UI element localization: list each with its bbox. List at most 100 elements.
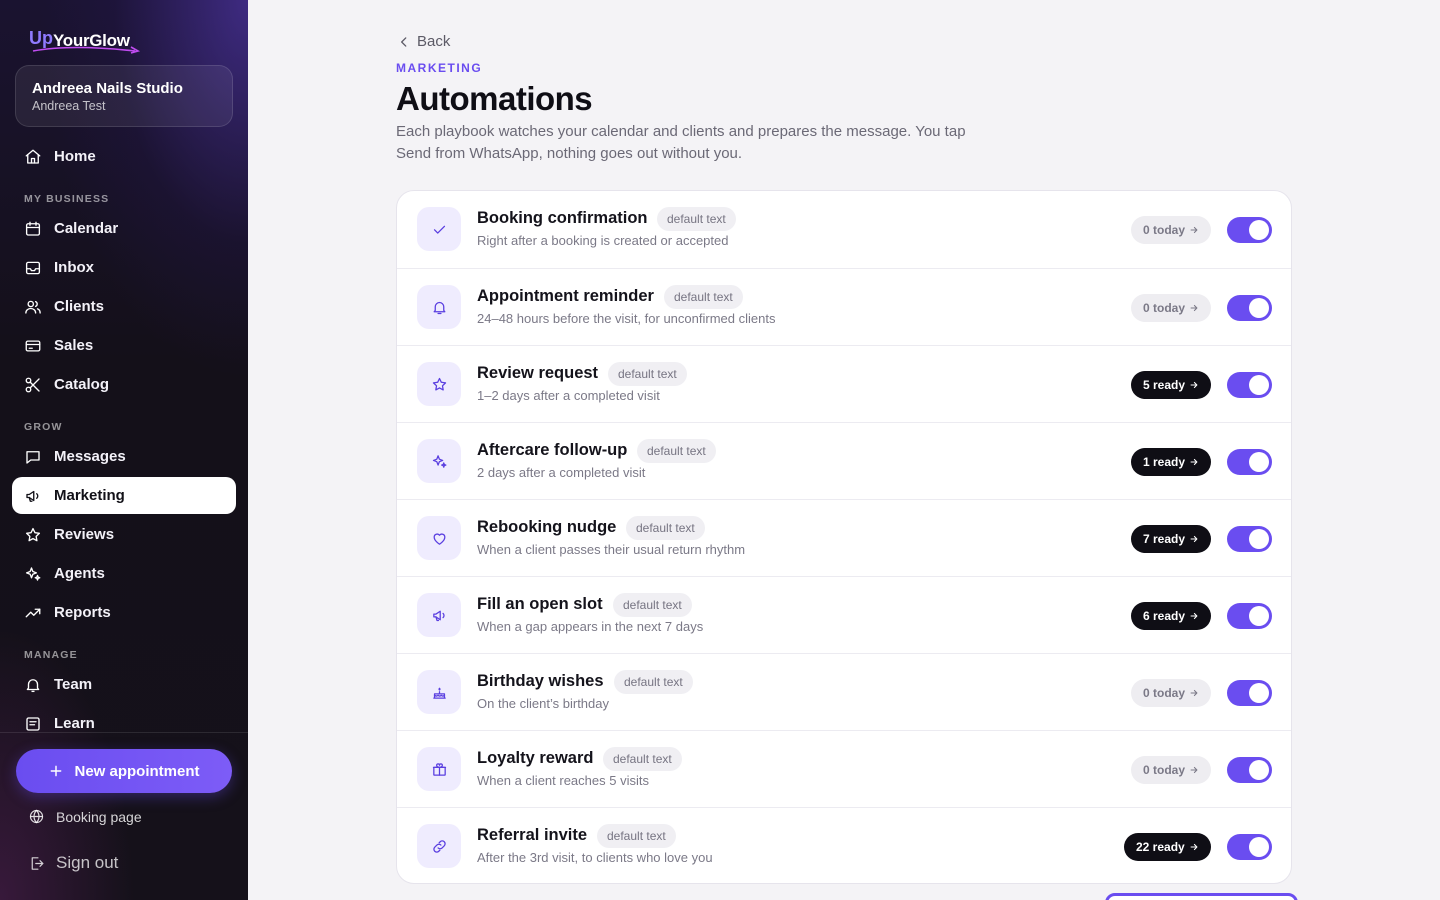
automation-toggle[interactable]	[1227, 680, 1272, 706]
home-icon	[25, 149, 41, 164]
megaphone-icon	[26, 490, 39, 502]
sidebar-item-label: Team	[54, 676, 93, 693]
automation-toggle[interactable]	[1227, 757, 1272, 783]
page-title: Automations	[396, 80, 593, 117]
automation-toggle[interactable]	[1227, 372, 1272, 398]
automation-toggle[interactable]	[1227, 295, 1272, 321]
studio-switcher[interactable]: Andreea Nails Studio Andreea Test	[15, 65, 233, 127]
automation-status-pill[interactable]: 0 today	[1131, 679, 1211, 707]
automation-title[interactable]: Review request	[477, 364, 598, 383]
automation-status-pill[interactable]: 6 ready	[1131, 602, 1211, 630]
nav-section-grow: GROW	[24, 421, 63, 433]
automation-row[interactable]: Review request default text 1–2 days aft…	[397, 345, 1291, 422]
automation-row[interactable]: Booking confirmation default text Right …	[397, 191, 1291, 268]
automation-row[interactable]: Referral invite default text After the 3…	[397, 807, 1291, 883]
automation-icon-tile	[417, 670, 461, 714]
sidebar-item-sales[interactable]: Sales	[12, 327, 236, 364]
sidebar-item-clients[interactable]: Clients	[12, 288, 236, 325]
sidebar-item-calendar[interactable]: Calendar	[12, 210, 236, 247]
automation-status-pill[interactable]: 22 ready	[1124, 833, 1211, 861]
automation-toggle[interactable]	[1227, 449, 1272, 475]
automation-status-pill[interactable]: 7 ready	[1131, 525, 1211, 553]
automation-row[interactable]: Fill an open slot default text When a ga…	[397, 576, 1291, 653]
heart-icon	[433, 532, 445, 545]
arrow-right-icon	[1190, 689, 1198, 697]
sidebar-item-catalog[interactable]: Catalog	[12, 366, 236, 403]
link-icon	[432, 839, 446, 853]
booking-page-link[interactable]: Booking page	[28, 808, 142, 825]
sidebar-item-label: Calendar	[54, 220, 119, 237]
sidebar-item-reviews[interactable]: Reviews	[12, 516, 236, 553]
toggle-knob	[1249, 375, 1269, 395]
sign-out-button[interactable]: Sign out	[28, 853, 118, 873]
new-appointment-label: New appointment	[74, 762, 200, 780]
toggle-knob	[1249, 837, 1269, 857]
bell-icon	[26, 678, 40, 692]
automation-row[interactable]: Birthday wishes default text On the clie…	[397, 653, 1291, 730]
automation-trigger: 24–48 hours before the visit, for unconf…	[477, 311, 776, 326]
sidebar-item-label: Catalog	[54, 376, 110, 393]
automation-title[interactable]: Loyalty reward	[477, 749, 593, 768]
automation-trigger: 2 days after a completed visit	[477, 465, 646, 480]
automation-status-pill[interactable]: 5 ready	[1131, 371, 1211, 399]
automation-trigger: When a client passes their usual return …	[477, 542, 746, 557]
default-text-tag: default text	[657, 207, 736, 231]
sidebar-item-reports[interactable]: Reports	[12, 594, 236, 631]
sidebar-item-label: Learn	[54, 715, 95, 732]
automation-trigger: Right after a booking is created or acce…	[477, 233, 729, 248]
automation-title[interactable]: Aftercare follow-up	[477, 441, 627, 460]
automation-toggle[interactable]	[1227, 603, 1272, 629]
automation-status-pill[interactable]: 0 today	[1131, 756, 1211, 784]
toggle-knob	[1249, 760, 1269, 780]
bell-icon	[433, 301, 445, 314]
page-eyebrow: MARKETING	[396, 61, 483, 75]
automation-row[interactable]: Loyalty reward default text When a clien…	[397, 730, 1291, 807]
arrow-right-icon	[1190, 535, 1198, 543]
automation-row[interactable]: Rebooking nudge default text When a clie…	[397, 499, 1291, 576]
automation-title[interactable]: Appointment reminder	[477, 287, 654, 306]
automation-trigger: When a client reaches 5 visits	[477, 773, 649, 788]
automation-status-pill[interactable]: 0 today	[1131, 294, 1211, 322]
automation-icon-tile	[417, 824, 461, 868]
book-icon	[26, 716, 40, 731]
automation-title[interactable]: Booking confirmation	[477, 209, 648, 228]
automation-title[interactable]: Referral invite	[477, 826, 587, 845]
sidebar-item-marketing[interactable]: Marketing	[12, 477, 236, 514]
trending-up-icon	[25, 608, 41, 617]
arrow-right-icon	[1190, 226, 1198, 234]
sidebar-item-agents[interactable]: Agents	[12, 555, 236, 592]
automation-row[interactable]: Appointment reminder default text 24–48 …	[397, 268, 1291, 345]
toggle-knob	[1249, 529, 1269, 549]
automation-title[interactable]: Fill an open slot	[477, 595, 603, 614]
default-text-tag: default text	[664, 285, 743, 309]
sidebar-item-label: Reports	[54, 604, 111, 621]
brand-logo[interactable]: Up YourGlow	[29, 28, 149, 54]
automation-toggle[interactable]	[1227, 526, 1272, 552]
sidebar-item-label: Inbox	[54, 259, 94, 276]
nav-section-manage: MANAGE	[24, 649, 78, 661]
sidebar-item-learn[interactable]: Learn	[12, 705, 236, 742]
sidebar-item-team[interactable]: Team	[12, 666, 236, 703]
bottom-action-button[interactable]	[1105, 893, 1298, 900]
back-link[interactable]: Back	[397, 33, 450, 50]
automation-status-pill[interactable]: 0 today	[1131, 216, 1211, 244]
automation-row[interactable]: Aftercare follow-up default text 2 days …	[397, 422, 1291, 499]
sidebar: Up YourGlow Andreea Nails Studio Andreea…	[0, 0, 248, 900]
automation-status-pill[interactable]: 1 ready	[1131, 448, 1211, 476]
studio-name: Andreea Nails Studio	[32, 80, 183, 97]
sidebar-item-messages[interactable]: Messages	[12, 438, 236, 475]
automation-toggle[interactable]	[1227, 834, 1272, 860]
sidebar-item-label: Sales	[54, 337, 94, 354]
status-label: 0 today	[1143, 763, 1186, 777]
status-label: 5 ready	[1143, 378, 1186, 392]
automation-toggle[interactable]	[1227, 217, 1272, 243]
automation-title[interactable]: Birthday wishes	[477, 672, 604, 691]
new-appointment-button[interactable]: New appointment	[16, 749, 232, 793]
back-label: Back	[417, 33, 451, 50]
sidebar-item-inbox[interactable]: Inbox	[12, 249, 236, 286]
automation-title[interactable]: Rebooking nudge	[477, 518, 616, 537]
check-icon	[433, 225, 445, 234]
arrow-right-icon	[1190, 304, 1198, 312]
default-text-tag: default text	[626, 516, 705, 540]
sidebar-item-home[interactable]: Home	[12, 138, 236, 175]
